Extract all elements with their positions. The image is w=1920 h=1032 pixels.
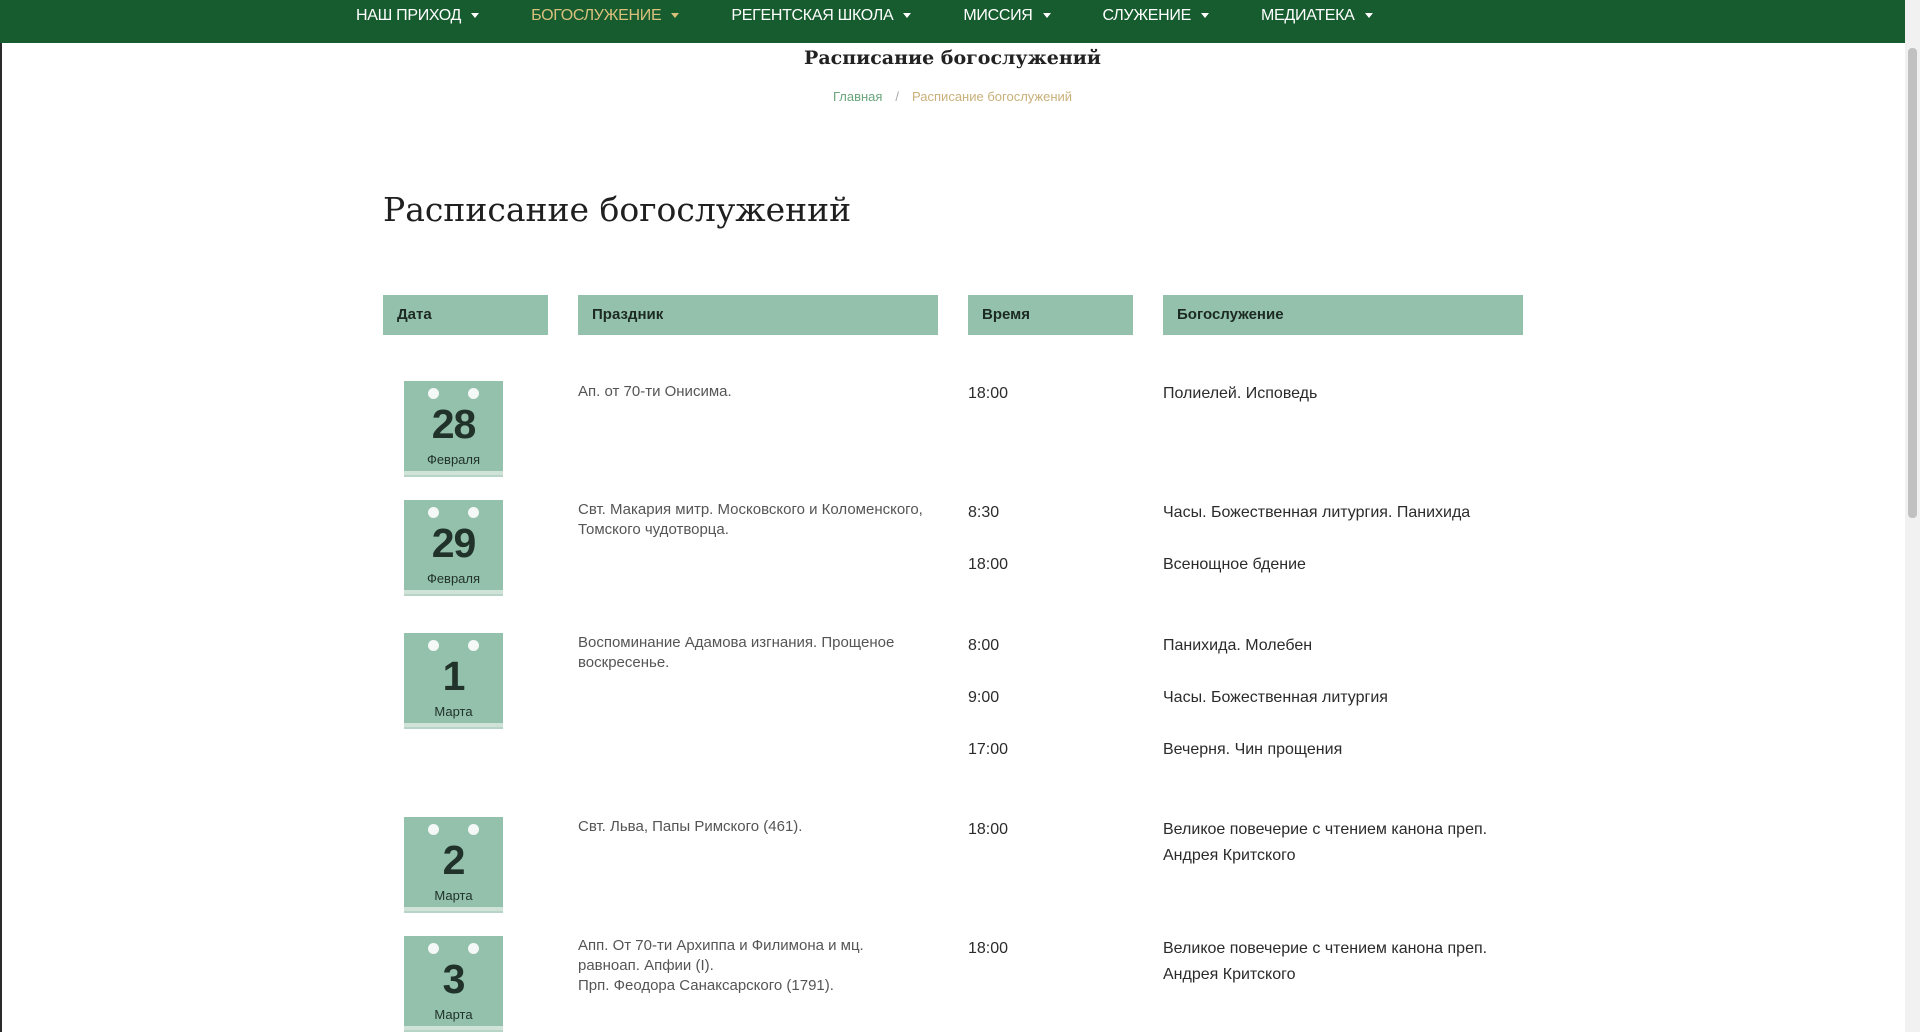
nav-menu: Наш приход Богослужение Регентская школа… xyxy=(356,0,1425,43)
page-title: Расписание богослужений xyxy=(383,190,852,229)
nav-item-label: Миссия xyxy=(963,6,1033,24)
caret-down-icon xyxy=(1042,13,1051,18)
holiday-text: Свт. Льва, Папы Римского (461). xyxy=(578,818,803,835)
date-month: Марта xyxy=(434,1007,473,1022)
service-name: Великое повечерие с чтением канона преп.… xyxy=(1163,940,1488,983)
nav-item-label: Богослужение xyxy=(531,6,662,24)
calendar-date-badge: 1 Марта xyxy=(404,633,503,727)
nav-item-label: Медиатека xyxy=(1261,6,1355,24)
caret-down-icon xyxy=(671,13,680,18)
breadcrumb: Главная / Расписание богослужений xyxy=(0,89,1905,104)
date-day: 28 xyxy=(431,401,477,447)
date-month: Февраля xyxy=(426,452,481,467)
date-month: Марта xyxy=(434,704,473,719)
date-day: 29 xyxy=(431,520,477,566)
breadcrumb-separator: / xyxy=(895,89,900,104)
holiday-text: Ап. от 70-ти Онисима. xyxy=(578,383,732,400)
service-name: Великое повечерие с чтением канона преп.… xyxy=(1163,821,1488,864)
scrollbar-thumb[interactable] xyxy=(1908,48,1917,518)
breadcrumb-home-link[interactable]: Главная xyxy=(833,89,882,104)
holiday-line: Апп. От 70-ти Архиппа и Филимона и мц. р… xyxy=(578,937,864,974)
holiday-text: Свт. Макария митр. Московского и Коломен… xyxy=(578,501,923,538)
date-day: 2 xyxy=(442,837,466,883)
service-time: 8:30 xyxy=(968,504,1000,521)
service-name: Часы. Божественная литургия. Панихида xyxy=(1163,504,1471,521)
calendar-date-badge: 29 Февраля xyxy=(404,500,503,594)
service-time: 17:00 xyxy=(968,741,1009,758)
caret-down-icon xyxy=(1201,13,1210,18)
calendar-date-badge: 28 Февраля xyxy=(404,381,503,475)
date-day: 1 xyxy=(442,653,466,699)
column-header-holiday: Праздник xyxy=(578,295,938,335)
service-time: 18:00 xyxy=(968,556,1009,573)
nav-item-ministry[interactable]: Служение xyxy=(1102,0,1210,31)
calendar-ring-icon xyxy=(428,943,439,954)
calendar-ring-icon xyxy=(468,943,479,954)
caret-down-icon xyxy=(903,13,912,18)
column-header-time: Время xyxy=(968,295,1133,335)
service-name: Всенощное бдение xyxy=(1163,556,1306,573)
service-name: Полиелей. Исповедь xyxy=(1163,385,1318,402)
nav-item-label: Наш приход xyxy=(356,6,462,24)
calendar-ring-icon xyxy=(428,824,439,835)
calendar-ring-icon xyxy=(468,640,479,651)
nav-item-label: Регентская школа xyxy=(731,6,894,24)
nav-item-worship[interactable]: Богослужение xyxy=(531,0,680,31)
date-month: Февраля xyxy=(426,571,481,586)
holiday-text: Воспоминание Адамова изгнания. Прощеное … xyxy=(578,634,895,671)
column-header-service: Богослужение xyxy=(1163,295,1523,335)
calendar-date-badge: 2 Марта xyxy=(404,817,503,911)
nav-item-label: Служение xyxy=(1102,6,1192,24)
caret-down-icon xyxy=(471,13,480,18)
holiday-line: Прп. Феодора Санаксарского (1791). xyxy=(578,977,834,994)
column-header-date: Дата xyxy=(383,295,548,335)
service-time: 18:00 xyxy=(968,385,1009,402)
nav-item-our-parish[interactable]: Наш приход xyxy=(356,0,480,31)
scrollbar[interactable] xyxy=(1905,0,1920,1032)
breadcrumb-current: Расписание богослужений xyxy=(912,89,1073,104)
service-time: 8:00 xyxy=(968,637,1000,654)
calendar-date-badge: 3 Марта xyxy=(404,936,503,1030)
date-month: Марта xyxy=(434,888,473,903)
nav-item-regent-school[interactable]: Регентская школа xyxy=(731,0,912,31)
calendar-ring-icon xyxy=(468,824,479,835)
calendar-ring-icon xyxy=(428,640,439,651)
calendar-ring-icon xyxy=(428,388,439,399)
window-edge xyxy=(0,43,2,1032)
page-banner-title: Расписание богослужений xyxy=(804,47,1101,69)
holiday-text: Апп. От 70-ти Архиппа и Филимона и мц. р… xyxy=(578,936,928,996)
calendar-ring-icon xyxy=(468,507,479,518)
service-name: Панихида. Молебен xyxy=(1163,637,1313,654)
date-day: 3 xyxy=(442,956,466,1002)
caret-down-icon xyxy=(1364,13,1373,18)
service-name: Вечерня. Чин прощения xyxy=(1163,741,1343,758)
service-time: 18:00 xyxy=(968,940,1009,957)
calendar-ring-icon xyxy=(428,507,439,518)
nav-item-mission[interactable]: Миссия xyxy=(963,0,1051,31)
service-time: 9:00 xyxy=(968,689,1000,706)
service-time: 18:00 xyxy=(968,821,1009,838)
top-navigation: Наш приход Богослужение Регентская школа… xyxy=(0,0,1905,43)
service-name: Часы. Божественная литургия xyxy=(1163,689,1388,706)
nav-item-media[interactable]: Медиатека xyxy=(1261,0,1373,31)
calendar-ring-icon xyxy=(468,388,479,399)
